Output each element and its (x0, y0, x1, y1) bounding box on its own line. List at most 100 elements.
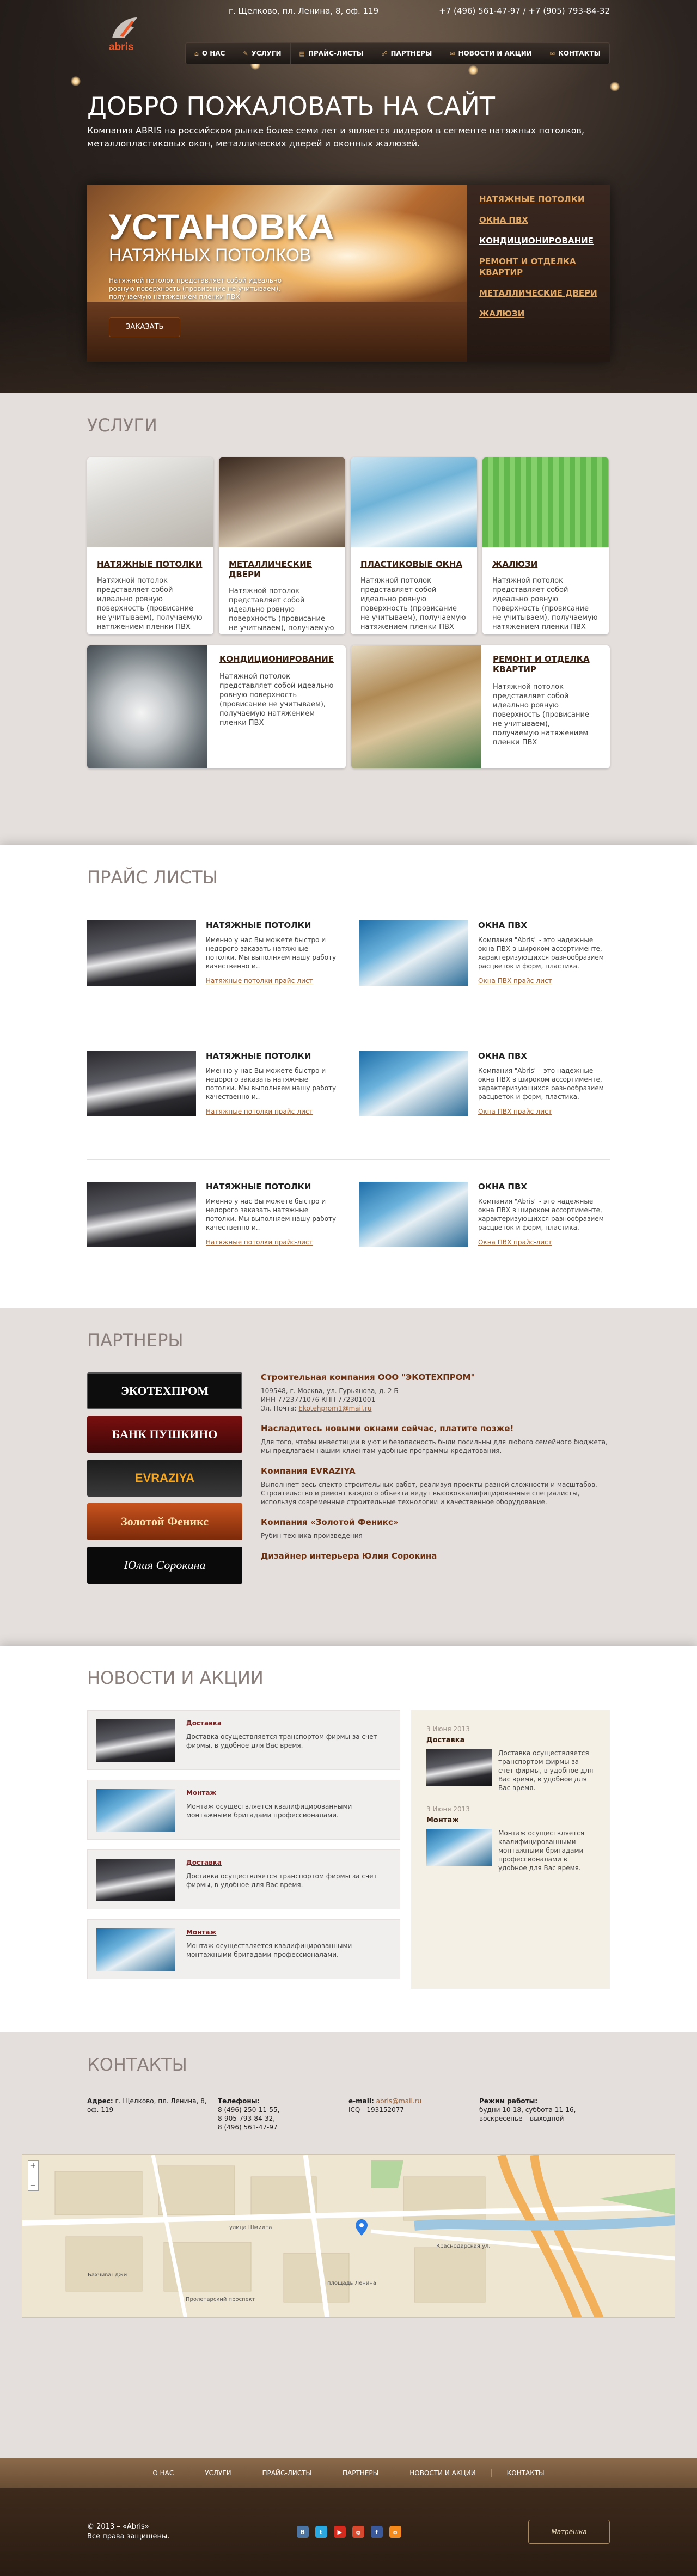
price-item: НАТЯЖНЫЕ ПОТОЛКИ Именно у нас Вы можете б… (87, 1182, 338, 1274)
order-button[interactable]: ЗАКАЗАТЬ (109, 317, 181, 337)
slider: УСТАНОВКА НАТЯЖНЫХ ПОТОЛКОВ Натяжной пот… (87, 185, 610, 362)
partner-logo-evraziya[interactable]: EVRAZIYA (87, 1460, 242, 1497)
sidebar-news-title[interactable]: Монтаж (426, 1816, 595, 1824)
partner-name[interactable]: Компания EVRAZIYA (261, 1466, 610, 1476)
price-info: НАТЯЖНЫЕ ПОТОЛКИ Именно у нас Вы можете б… (206, 1051, 338, 1143)
footer-nav-item[interactable]: УСЛУГИ (189, 2469, 247, 2477)
sidebar-news-title[interactable]: Доставка (426, 1736, 595, 1744)
service-image[interactable] (87, 457, 213, 547)
service-name[interactable]: ПЛАСТИКОВЫЕ ОКНА (360, 559, 467, 570)
facebook-icon[interactable]: f (370, 2526, 383, 2538)
service-image[interactable] (87, 645, 208, 768)
price-list-link[interactable]: Окна ПВХ прайс-лист (478, 1108, 552, 1115)
price-image[interactable] (87, 1051, 196, 1116)
partner-name[interactable]: Компания «Золотой Феникс» (261, 1517, 610, 1527)
sidebar-news-text: Доставка осуществляется транспортом фирм… (498, 1749, 594, 1792)
footer-nav-item[interactable]: ПРАЙС-ЛИСТЫ (247, 2469, 327, 2477)
news-image[interactable] (96, 1928, 175, 1971)
partner-logo-sorokina[interactable]: Юлия Сорокина (87, 1547, 242, 1584)
slide-menu-item[interactable]: ЖАЛЮЗИ (479, 308, 598, 319)
price-image[interactable] (359, 1182, 468, 1247)
service-name[interactable]: НАТЯЖНЫЕ ПОТОЛКИ (97, 559, 204, 570)
partner-name[interactable]: Насладитесь новыми окнами сейчас, платит… (261, 1424, 610, 1433)
news-image[interactable] (96, 1859, 175, 1901)
map[interactable]: + − улица Шмидта Пролетарский проспект Кр… (22, 2154, 675, 2318)
news-title: НОВОСТИ И АКЦИИ (87, 1668, 264, 1688)
slide-menu-item[interactable]: МЕТАЛЛИЧЕСКИЕ ДВЕРИ (479, 288, 598, 298)
price-list-link[interactable]: Натяжные потолки прайс-лист (206, 1108, 313, 1115)
vk-icon[interactable]: B (296, 2526, 309, 2538)
service-image[interactable] (482, 457, 609, 547)
sidebar-news-image[interactable] (426, 1829, 492, 1866)
news-title[interactable]: Доставка (186, 1719, 391, 1727)
price-image[interactable] (87, 920, 196, 986)
price-info: ОКНА ПВХ Компания "Abris" - это надежные … (478, 1182, 610, 1274)
nav-item-0[interactable]: ⌂ О НАС (186, 43, 235, 64)
map-zoom-control[interactable]: + − (28, 2160, 39, 2191)
service-card[interactable]: ПЛАСТИКОВЫЕ ОКНА Натяжной потолок предста… (351, 457, 477, 634)
service-card[interactable]: НАТЯЖНЫЕ ПОТОЛКИ Натяжной потолок предста… (87, 457, 213, 634)
price-list-link[interactable]: Окна ПВХ прайс-лист (478, 1238, 552, 1246)
nav-item-5[interactable]: ✉ КОНТАКТЫ (541, 43, 609, 64)
news-title[interactable]: Монтаж (186, 1928, 391, 1936)
price-info: ОКНА ПВХ Компания "Abris" - это надежные … (478, 920, 610, 1012)
google-plus-icon[interactable]: g (352, 2526, 364, 2538)
partner-block: Дизайнер интерьера Юлия Сорокина (261, 1551, 610, 1561)
zoom-in-icon[interactable]: + (30, 2162, 36, 2170)
slide-menu-item[interactable]: РЕМОНТ И ОТДЕЛКА КВАРТИР (479, 256, 598, 278)
partner-logo-ekotehprom[interactable]: ЭКОТЕХПРОМ (87, 1372, 242, 1409)
copyright: © 2013 – «Abris» Все права защищены. (87, 2523, 170, 2541)
map-pin-icon[interactable] (356, 2219, 368, 2236)
service-image[interactable] (351, 645, 481, 768)
news-image[interactable] (96, 1789, 175, 1832)
price-list-link[interactable]: Натяжные потолки прайс-лист (206, 977, 313, 985)
nav-item-1[interactable]: ✎ УСЛУГИ (234, 43, 291, 64)
service-card[interactable]: РЕМОНТ И ОТДЕЛКА КВАРТИР Натяжной потолок… (351, 645, 610, 768)
nav-item-label: УСЛУГИ (251, 50, 282, 57)
price-image[interactable] (87, 1182, 196, 1247)
service-card[interactable]: ЖАЛЮЗИ Натяжной потолок представляет собо… (482, 457, 609, 634)
price-name: НАТЯЖНЫЕ ПОТОЛКИ (206, 920, 311, 930)
service-text: Натяжной потолок представляет собой идеа… (492, 577, 598, 631)
developer-logo[interactable]: Матрёшка (528, 2520, 610, 2544)
partner-logo-phoenix[interactable]: Золотой Феникс (87, 1503, 242, 1540)
partner-email-link[interactable]: Ekotehprom1@mail.ru (298, 1405, 371, 1412)
logo[interactable]: abris (109, 14, 142, 55)
youtube-icon[interactable]: ▶ (333, 2526, 346, 2538)
price-image[interactable] (359, 920, 468, 986)
slide-menu-item[interactable]: НАТЯЖНЫЕ ПОТОЛКИ (479, 194, 598, 205)
partner-name[interactable]: Дизайнер интерьера Юлия Сорокина (261, 1551, 610, 1561)
service-name[interactable]: РЕМОНТ И ОТДЕЛКА КВАРТИР (493, 654, 598, 675)
service-text: Натяжной потолок представляет собой идеа… (97, 577, 203, 631)
contact-email-link[interactable]: abris@mail.ru (376, 2097, 422, 2105)
service-name[interactable]: МЕТАЛЛИЧЕСКИЕ ДВЕРИ (229, 559, 335, 580)
sidebar-news-image[interactable] (426, 1749, 492, 1786)
price-list-link[interactable]: Натяжные потолки прайс-лист (206, 1238, 313, 1246)
service-card[interactable]: МЕТАЛЛИЧЕСКИЕ ДВЕРИ Натяжной потолок пред… (219, 457, 345, 634)
price-image[interactable] (359, 1051, 468, 1116)
footer-nav-item[interactable]: О НАС (137, 2469, 190, 2477)
service-card[interactable]: КОНДИЦИОНИРОВАНИЕ Натяжной потолок предст… (87, 645, 346, 768)
partner-name[interactable]: Строительная компания ООО "ЭКОТЕХПРОМ" (261, 1372, 610, 1382)
service-image[interactable] (219, 457, 345, 547)
nav-item-4[interactable]: ✉ НОВОСТИ И АКЦИИ (441, 43, 541, 64)
footer-nav-item[interactable]: КОНТАКТЫ (492, 2469, 560, 2477)
partner-logo-bank[interactable]: БАНК ПУШКИНО (87, 1416, 242, 1453)
price-list-link[interactable]: Окна ПВХ прайс-лист (478, 977, 552, 985)
news-image[interactable] (96, 1719, 175, 1762)
zoom-out-icon[interactable]: − (30, 2182, 36, 2190)
news-title[interactable]: Монтаж (186, 1789, 391, 1797)
odnoklassniki-icon[interactable]: o (389, 2526, 401, 2538)
footer-nav-item[interactable]: НОВОСТИ И АКЦИИ (394, 2469, 492, 2477)
footer-nav-item[interactable]: ПАРТНЕРЫ (327, 2469, 395, 2477)
service-name[interactable]: ЖАЛЮЗИ (492, 559, 599, 570)
service-name[interactable]: КОНДИЦИОНИРОВАНИЕ (219, 654, 334, 664)
nav-item-2[interactable]: ▤ ПРАЙС-ЛИСТЫ (291, 43, 373, 64)
news-title[interactable]: Доставка (186, 1859, 391, 1866)
main-nav: ⌂ О НАС ✎ УСЛУГИ ▤ ПРАЙС-ЛИСТЫ ☍ ПАРТНЕРЫ ✉ НОВОС… (185, 42, 610, 64)
twitter-icon[interactable]: t (315, 2526, 327, 2538)
nav-item-3[interactable]: ☍ ПАРТНЕРЫ (372, 43, 442, 64)
service-image[interactable] (351, 457, 477, 547)
slide-menu-item[interactable]: КОНДИЦИОНИРОВАНИЕ (479, 235, 598, 246)
slide-menu-item[interactable]: ОКНА ПВХ (479, 215, 598, 225)
